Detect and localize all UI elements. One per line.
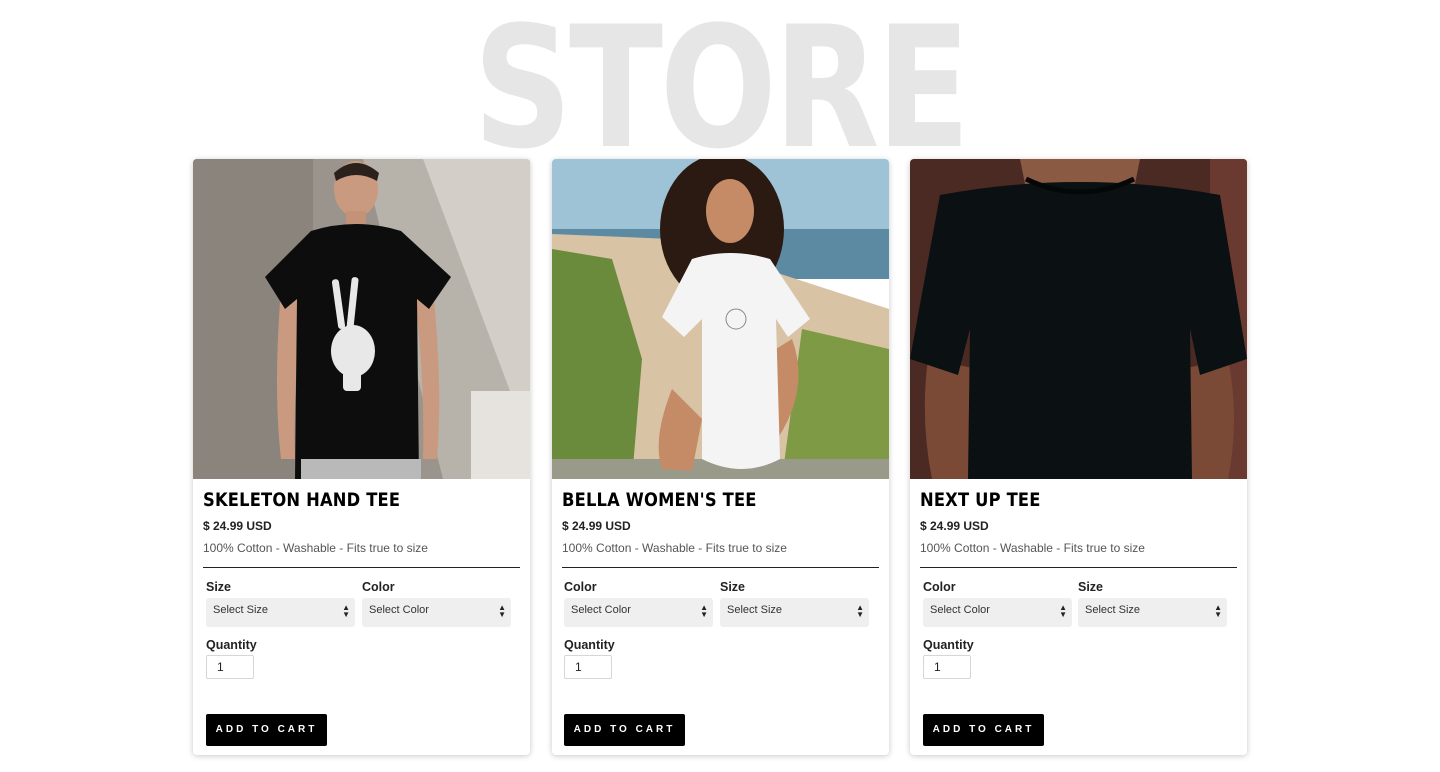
select-arrows-icon: ▲ ▼: [856, 603, 864, 619]
size-label: Size: [720, 580, 746, 594]
select-arrows-icon: ▲ ▼: [1059, 603, 1067, 619]
product-description: 100% Cotton - Washable - Fits true to si…: [203, 541, 428, 555]
select-arrows-icon: ▲ ▼: [1214, 603, 1222, 619]
product-price: $ 24.99 USD: [203, 519, 272, 533]
color-select[interactable]: Select Color ▲ ▼: [923, 598, 1072, 627]
add-to-cart-button[interactable]: ADD TO CART: [206, 714, 327, 746]
color-select[interactable]: Select Color ▲ ▼: [362, 598, 511, 627]
divider: [562, 567, 879, 568]
product-card-bella-womens-tee: BELLA WOMEN'S TEE $ 24.99 USD 100% Cotto…: [552, 159, 889, 755]
quantity-label: Quantity: [923, 638, 974, 652]
store-heading: STORE: [473, 0, 970, 186]
quantity-label: Quantity: [206, 638, 257, 652]
color-select[interactable]: Select Color ▲ ▼: [564, 598, 713, 627]
quantity-input[interactable]: 1: [564, 655, 612, 679]
color-select-value: Select Color: [930, 604, 990, 616]
quantity-input[interactable]: 1: [923, 655, 971, 679]
product-image[interactable]: [193, 159, 530, 479]
color-label: Color: [564, 580, 597, 594]
product-title[interactable]: BELLA WOMEN'S TEE: [562, 489, 757, 511]
size-select-value: Select Size: [1085, 604, 1141, 616]
color-label: Color: [362, 580, 395, 594]
size-select-value: Select Size: [727, 604, 783, 616]
size-select[interactable]: Select Size ▲ ▼: [1078, 598, 1227, 627]
size-select-value: Select Size: [213, 604, 269, 616]
product-title[interactable]: NEXT UP TEE: [920, 489, 1041, 511]
add-to-cart-button[interactable]: ADD TO CART: [564, 714, 685, 746]
divider: [203, 567, 520, 568]
select-arrows-icon: ▲ ▼: [342, 603, 350, 619]
product-card-next-up-tee: NEXT UP TEE $ 24.99 USD 100% Cotton - Wa…: [910, 159, 1247, 755]
size-label: Size: [206, 580, 232, 594]
product-price: $ 24.99 USD: [920, 519, 989, 533]
size-select[interactable]: Select Size ▲ ▼: [206, 598, 355, 627]
size-label: Size: [1078, 580, 1104, 594]
product-title[interactable]: SKELETON HAND TEE: [203, 489, 400, 511]
select-arrows-icon: ▲ ▼: [498, 603, 506, 619]
select-arrows-icon: ▲ ▼: [700, 603, 708, 619]
divider: [920, 567, 1237, 568]
color-label: Color: [923, 580, 956, 594]
size-select[interactable]: Select Size ▲ ▼: [720, 598, 869, 627]
product-card-skeleton-hand-tee: SKELETON HAND TEE $ 24.99 USD 100% Cotto…: [193, 159, 530, 755]
product-description: 100% Cotton - Washable - Fits true to si…: [920, 541, 1145, 555]
product-image[interactable]: [910, 159, 1247, 479]
quantity-label: Quantity: [564, 638, 615, 652]
add-to-cart-button[interactable]: ADD TO CART: [923, 714, 1044, 746]
color-select-value: Select Color: [369, 604, 429, 616]
product-image[interactable]: [552, 159, 889, 479]
product-price: $ 24.99 USD: [562, 519, 631, 533]
quantity-input[interactable]: 1: [206, 655, 254, 679]
color-select-value: Select Color: [571, 604, 631, 616]
product-description: 100% Cotton - Washable - Fits true to si…: [562, 541, 787, 555]
